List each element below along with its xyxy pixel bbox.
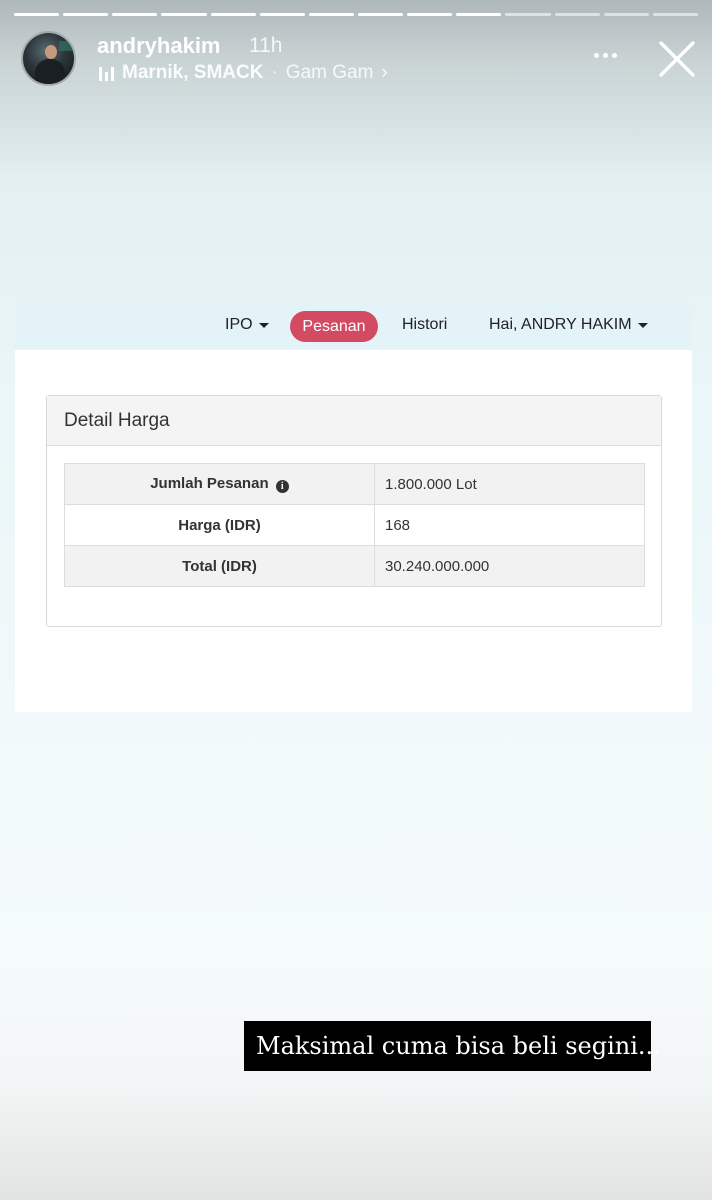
close-icon[interactable]: [656, 38, 698, 80]
username[interactable]: andryhakim: [97, 33, 221, 59]
detail-harga-panel: Detail Harga Jumlah Pesanan i 1.800.000 …: [46, 395, 662, 627]
music-separator: ·: [271, 62, 278, 83]
row-value: 1.800.000 Lot: [374, 463, 645, 505]
app-navbar: IPO Pesanan Histori Hai, ANDRY HAKIM: [15, 303, 692, 350]
nav-user-menu[interactable]: Hai, ANDRY HAKIM: [489, 316, 648, 334]
table-row: Harga (IDR) 168: [64, 504, 645, 546]
progress-segment: [407, 13, 453, 16]
table-row: Total (IDR) 30.240.000.000: [64, 545, 645, 587]
progress-segment: [603, 13, 649, 16]
progress-segment: [554, 13, 600, 16]
progress-segment: [505, 13, 551, 16]
story-caption: Maksimal cuma bisa beli segini...: [244, 1021, 661, 1071]
row-value: 168: [374, 504, 645, 546]
progress-segment: [308, 13, 354, 16]
progress-segment: [652, 13, 698, 16]
music-bars-icon: [99, 65, 114, 81]
row-label: Total (IDR): [64, 545, 375, 587]
panel-title: Detail Harga: [47, 396, 661, 446]
table-row: Jumlah Pesanan i 1.800.000 Lot: [64, 463, 645, 505]
info-icon[interactable]: i: [275, 480, 289, 493]
progress-segment: [357, 13, 404, 16]
nav-pesanan[interactable]: Pesanan: [290, 311, 378, 342]
avatar[interactable]: [21, 31, 76, 86]
music-track: Gam Gam: [285, 62, 374, 83]
nav-histori[interactable]: Histori: [402, 316, 447, 334]
story-progress: [14, 13, 698, 17]
post-time: 11h: [249, 34, 283, 57]
nav-user-label: Hai, ANDRY HAKIM: [489, 316, 632, 333]
detail-table: Jumlah Pesanan i 1.800.000 Lot Harga (ID…: [64, 463, 645, 587]
progress-segment: [14, 13, 60, 16]
row-label: Jumlah Pesanan i: [64, 463, 375, 505]
progress-segment: [456, 13, 502, 16]
row-value: 30.240.000.000: [374, 545, 645, 587]
progress-segment: [210, 13, 256, 16]
caret-down-icon: [258, 322, 269, 328]
progress-segment: [161, 13, 207, 16]
row-label: Harga (IDR): [64, 504, 375, 546]
progress-segment: [63, 13, 109, 16]
caret-down-icon: [637, 322, 648, 328]
screenshot-card: IPO Pesanan Histori Hai, ANDRY HAKIM Det…: [15, 303, 692, 712]
music-artist: Marnik, SMACK: [122, 62, 264, 83]
nav-ipo-label: IPO: [225, 316, 253, 333]
chevron-right-icon: ›: [381, 62, 388, 83]
progress-segment: [112, 13, 158, 16]
music-info[interactable]: Marnik, SMACK · Gam Gam ›: [99, 62, 388, 84]
more-options-icon[interactable]: [594, 53, 617, 58]
nav-ipo[interactable]: IPO: [225, 316, 269, 334]
progress-segment: [259, 13, 305, 16]
